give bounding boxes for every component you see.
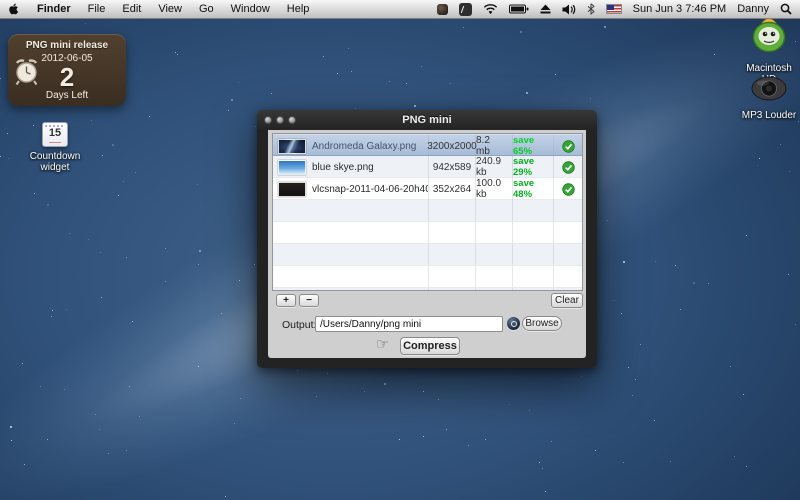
empty-row: [273, 244, 582, 266]
status-cell: [554, 135, 582, 157]
input-source-icon[interactable]: [459, 3, 472, 16]
battery-icon[interactable]: [509, 4, 529, 14]
file-table: Andromeda Galaxy.png 3200x2000 8.2 mb sa…: [272, 133, 583, 291]
status-cell: [554, 178, 582, 200]
file-dimensions-cell: 352x264: [429, 178, 476, 200]
desktop-icon-mp3-louder[interactable]: MP3 Louder: [733, 76, 800, 121]
green-check-icon: [562, 161, 575, 174]
file-name-cell: blue skye.png: [273, 156, 429, 178]
green-monster-drive-icon: [748, 41, 790, 58]
png-mini-window: PNG mini Andromeda Galaxy.png 3200x2000 …: [257, 110, 597, 368]
bluetooth-icon[interactable]: [587, 3, 595, 15]
window-content: Andromeda Galaxy.png 3200x2000 8.2 mb sa…: [268, 130, 586, 358]
menu-bar: Finder File Edit View Go Window Help: [0, 0, 800, 19]
clear-button[interactable]: Clear: [551, 293, 583, 308]
empty-row: [273, 200, 582, 222]
green-check-icon: [562, 140, 575, 153]
empty-row: [273, 266, 582, 288]
widget-title: PNG mini release: [8, 40, 126, 51]
file-row[interactable]: blue skye.png 942x589 240.9 kb save 29%: [273, 156, 582, 178]
file-row[interactable]: vlcsnap-2011-04-06-20h40m36s165.png 352x…: [273, 178, 582, 200]
file-savings-cell: save 65%: [513, 135, 554, 157]
menu-item-view[interactable]: View: [158, 3, 182, 15]
countdown-widget[interactable]: PNG mini release 2012-06-05 2 Days Left: [8, 34, 126, 106]
file-name-cell: vlcsnap-2011-04-06-20h40m36s165.png: [273, 178, 429, 200]
alarm-clock-icon: [13, 58, 40, 93]
file-size-cell: 240.9 kb: [476, 156, 513, 178]
remove-file-button[interactable]: −: [299, 294, 319, 307]
calendar-icon: 15: [42, 122, 68, 147]
browse-button[interactable]: Browse: [522, 316, 562, 331]
spotlight-icon[interactable]: [780, 3, 792, 15]
menu-app-name[interactable]: Finder: [37, 3, 71, 15]
file-dimensions-cell: 3200x2000: [429, 135, 476, 157]
shortcut-label: Countdown widget: [15, 151, 95, 173]
calendar-day: 15: [43, 127, 67, 139]
add-file-button[interactable]: +: [276, 294, 296, 307]
menu-item-edit[interactable]: Edit: [122, 3, 141, 15]
volume-icon[interactable]: [562, 4, 576, 15]
file-savings-cell: save 48%: [513, 178, 554, 200]
pointing-hand-icon: ☞: [376, 335, 389, 353]
file-thumbnail: [278, 139, 306, 154]
menu-item-window[interactable]: Window: [231, 3, 270, 15]
file-name-cell: Andromeda Galaxy.png: [273, 135, 429, 157]
menu-clock[interactable]: Sun Jun 3 7:46 PM: [633, 3, 727, 15]
desktop: Finder File Edit View Go Window Help: [0, 0, 800, 500]
menu-user[interactable]: Danny: [737, 3, 769, 15]
file-dimensions-cell: 942x589: [429, 156, 476, 178]
search-icon[interactable]: [507, 317, 520, 330]
title-bar[interactable]: PNG mini: [257, 110, 597, 130]
green-check-icon: [562, 183, 575, 196]
file-size-cell: 8.2 mb: [476, 135, 513, 157]
output-label: Output:: [282, 319, 316, 331]
file-size-cell: 100.0 kb: [476, 178, 513, 200]
window-title: PNG mini: [257, 114, 597, 126]
close-button[interactable]: [264, 116, 272, 124]
desktop-icon-macintosh-hd[interactable]: Macintosh HD: [733, 14, 800, 85]
file-thumbnail: [278, 182, 306, 197]
speaker-icon: [750, 88, 788, 105]
wifi-icon[interactable]: [483, 4, 498, 15]
desktop-icon-label: MP3 Louder: [733, 110, 800, 121]
menu-item-help[interactable]: Help: [287, 3, 310, 15]
input-language-flag-icon[interactable]: [606, 4, 622, 14]
menu-item-file[interactable]: File: [88, 3, 106, 15]
compress-button[interactable]: Compress: [400, 337, 460, 355]
menu-extra-icon[interactable]: [437, 4, 448, 15]
zoom-button[interactable]: [288, 116, 296, 124]
output-path-field[interactable]: [315, 316, 503, 332]
eject-icon[interactable]: [540, 4, 551, 14]
empty-row: [273, 222, 582, 244]
countdown-widget-shortcut[interactable]: 15 Countdown widget: [15, 122, 95, 173]
apple-menu-icon[interactable]: [8, 2, 20, 16]
empty-row: [273, 288, 582, 291]
menu-item-go[interactable]: Go: [199, 3, 214, 15]
file-savings-cell: save 29%: [513, 156, 554, 178]
status-cell: [554, 156, 582, 178]
minimize-button[interactable]: [276, 116, 284, 124]
file-thumbnail: [278, 160, 306, 175]
file-row[interactable]: Andromeda Galaxy.png 3200x2000 8.2 mb sa…: [273, 134, 582, 156]
